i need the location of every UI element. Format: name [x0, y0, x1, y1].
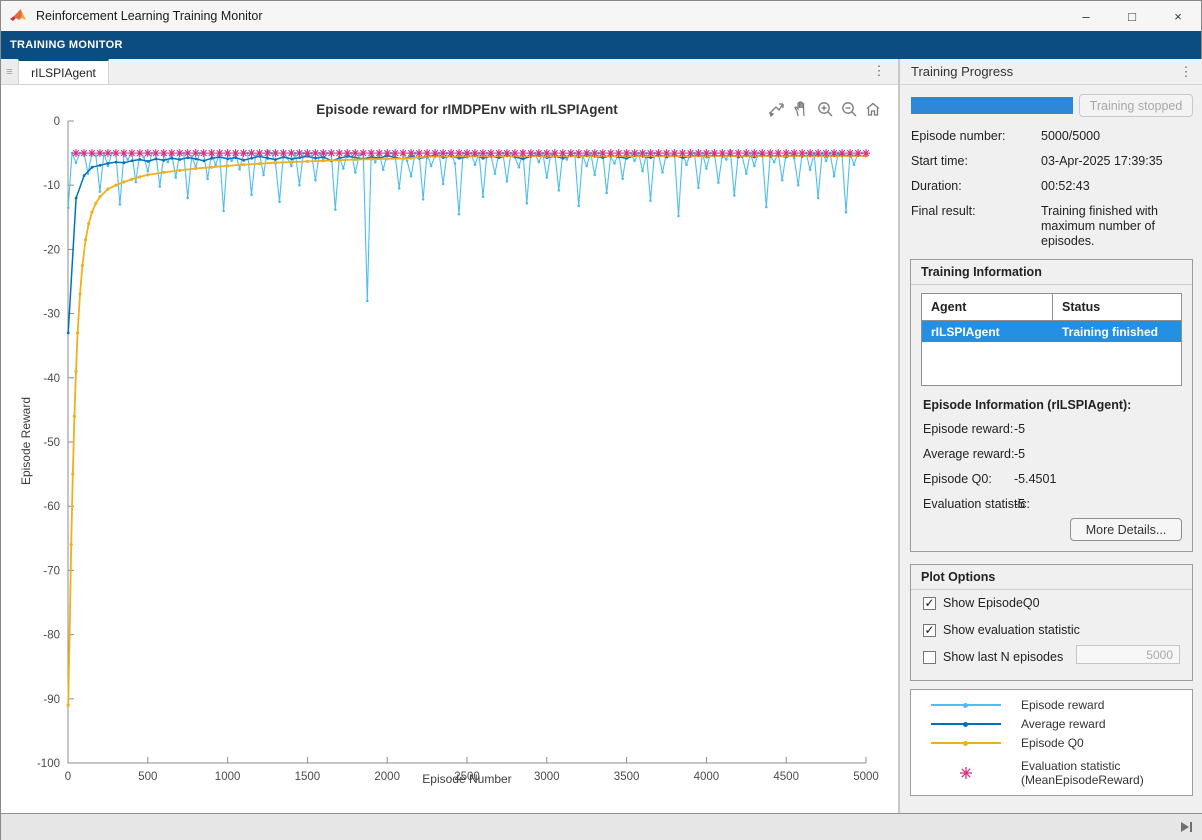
legend-line-dot-icon	[911, 704, 1021, 706]
expand-panel-icon[interactable]	[1177, 818, 1195, 836]
document-tab-bar: ≡ rILSPIAgent ⋮	[1, 59, 898, 85]
plot-options-title: Plot Options	[911, 565, 1192, 590]
svg-text:-100: -100	[37, 758, 60, 770]
close-button[interactable]: ×	[1155, 1, 1201, 31]
window-title: Reinforcement Learning Training Monitor	[36, 9, 263, 23]
svg-text:-80: -80	[43, 630, 60, 642]
training-stopped-button[interactable]: Training stopped	[1079, 94, 1193, 117]
legend-line-dot-icon	[911, 742, 1021, 744]
plot-option-row: Show last N episodes	[923, 650, 1063, 664]
svg-text:-40: -40	[43, 373, 60, 385]
evaluation-statistic-value: -5	[1014, 497, 1025, 511]
agent-status-table: Agent Status rILSPIAgent Training finish…	[921, 293, 1182, 386]
status-cell: Training finished	[1052, 321, 1181, 342]
chart-title: Episode reward for rIMDPEnv with rILSPIA…	[68, 102, 866, 117]
axes-toolbar	[767, 99, 882, 118]
duration-value: 00:52:43	[1041, 179, 1193, 194]
episode-reward-value: -5	[1014, 422, 1025, 436]
final-result-label: Final result:	[911, 204, 976, 218]
panel-header: Training Progress ⋮	[900, 59, 1202, 85]
average-reward-value: -5	[1014, 447, 1025, 461]
checkbox-label: Show EpisodeQ0	[943, 596, 1040, 610]
legend-box: Episode reward Average reward Episode Q0 Ev…	[910, 689, 1193, 796]
legend-entry: Evaluation statistic(MeanEpisodeReward)	[911, 756, 1192, 790]
panel-menu-icon[interactable]: ⋮	[1177, 62, 1195, 82]
checkbox-label: Show evaluation statistic	[943, 623, 1080, 637]
tab-label: rILSPIAgent	[31, 66, 96, 80]
svg-text:-50: -50	[43, 437, 60, 449]
svg-text:-10: -10	[43, 180, 60, 192]
svg-text:-30: -30	[43, 309, 60, 321]
episode-q0-value: -5.4501	[1014, 472, 1056, 486]
legend-entry: Average reward	[911, 717, 1192, 731]
progress-bar	[911, 97, 1073, 114]
panel-title: Training Progress	[911, 64, 1013, 79]
agent-cell: rILSPIAgent	[922, 325, 1052, 339]
svg-text:0: 0	[54, 116, 60, 128]
plot-option-row: ✓ Show evaluation statistic	[923, 623, 1080, 637]
legend-label: Episode Q0	[1021, 736, 1084, 750]
episode-information-title: Episode Information (rILSPIAgent):	[923, 398, 1131, 412]
checkbox-icon[interactable]: ✓	[923, 597, 936, 610]
training-information-title: Training Information	[911, 260, 1192, 285]
tab-rilspiagent[interactable]: rILSPIAgent	[18, 59, 109, 84]
tab-grip-icon[interactable]: ≡	[1, 59, 19, 84]
figure-panel: 0-10-20-30-40-50-60-70-80-90-10005001000…	[1, 86, 898, 813]
episode-q0-label: Episode Q0:	[923, 472, 992, 486]
last-n-episodes-input[interactable]	[1076, 645, 1180, 664]
legend-entry: Episode reward	[911, 698, 1192, 712]
legend-entry: Episode Q0	[911, 736, 1192, 750]
status-column-header: Status	[1052, 294, 1181, 320]
agent-column-header: Agent	[922, 300, 1052, 314]
y-axis-label: Episode Reward	[19, 381, 33, 501]
zoom-in-icon[interactable]	[815, 99, 834, 118]
rl-training-monitor-window: { "window": { "title": "Reinforcement Le…	[0, 0, 1202, 840]
tab-bar-menu-icon[interactable]: ⋮	[869, 61, 889, 81]
start-time-value: 03-Apr-2025 17:39:35	[1041, 154, 1193, 169]
minimize-button[interactable]: –	[1063, 1, 1109, 31]
legend-asterisk-icon	[911, 766, 1021, 780]
restore-view-icon[interactable]	[863, 99, 882, 118]
legend-line-dot-icon	[911, 723, 1021, 725]
titlebar: Reinforcement Learning Training Monitor …	[1, 1, 1201, 31]
legend-label: Average reward	[1021, 717, 1106, 731]
legend-label: Evaluation statistic(MeanEpisodeReward)	[1021, 759, 1144, 787]
export-icon[interactable]	[767, 99, 786, 118]
svg-text:-70: -70	[43, 565, 60, 577]
final-result-value: Training finished with maximum number of…	[1041, 204, 1193, 249]
plot-options-box: Plot Options ✓ Show EpisodeQ0 ✓ Show evalua…	[910, 564, 1193, 681]
pan-icon[interactable]	[791, 99, 810, 118]
start-time-label: Start time:	[911, 154, 968, 168]
ribbon-tab-training-monitor[interactable]: TRAINING MONITOR	[1, 39, 123, 51]
svg-text:-20: -20	[43, 244, 60, 256]
svg-text:-60: -60	[43, 501, 60, 513]
chart-canvas[interactable]: 0-10-20-30-40-50-60-70-80-90-10005001000…	[1, 86, 898, 813]
table-header-row: Agent Status	[922, 294, 1181, 321]
zoom-out-icon[interactable]	[839, 99, 858, 118]
checkbox-icon[interactable]	[923, 651, 936, 664]
status-bar	[1, 813, 1202, 840]
window-controls: – □ ×	[1063, 1, 1201, 31]
maximize-button[interactable]: □	[1109, 1, 1155, 31]
legend-label: Episode reward	[1021, 698, 1104, 712]
episode-number-label: Episode number:	[911, 129, 1006, 143]
checkbox-label: Show last N episodes	[943, 650, 1063, 664]
matlab-logo	[10, 8, 28, 24]
table-row[interactable]: rILSPIAgent Training finished	[922, 321, 1181, 342]
svg-text:-90: -90	[43, 694, 60, 706]
training-information-box: Training Information Agent Status rILSPI…	[910, 259, 1193, 552]
plot-option-row: ✓ Show EpisodeQ0	[923, 596, 1040, 610]
episode-reward-label: Episode reward:	[923, 422, 1013, 436]
more-details-button[interactable]: More Details...	[1070, 518, 1182, 541]
average-reward-label: Average reward:	[923, 447, 1015, 461]
x-axis-label: Episode Number	[68, 772, 866, 786]
duration-label: Duration:	[911, 179, 962, 193]
ribbon: TRAINING MONITOR	[1, 31, 1201, 59]
training-progress-panel: Training Progress ⋮ Training stopped Epi…	[898, 59, 1202, 813]
checkbox-icon[interactable]: ✓	[923, 624, 936, 637]
episode-number-value: 5000/5000	[1041, 129, 1193, 144]
